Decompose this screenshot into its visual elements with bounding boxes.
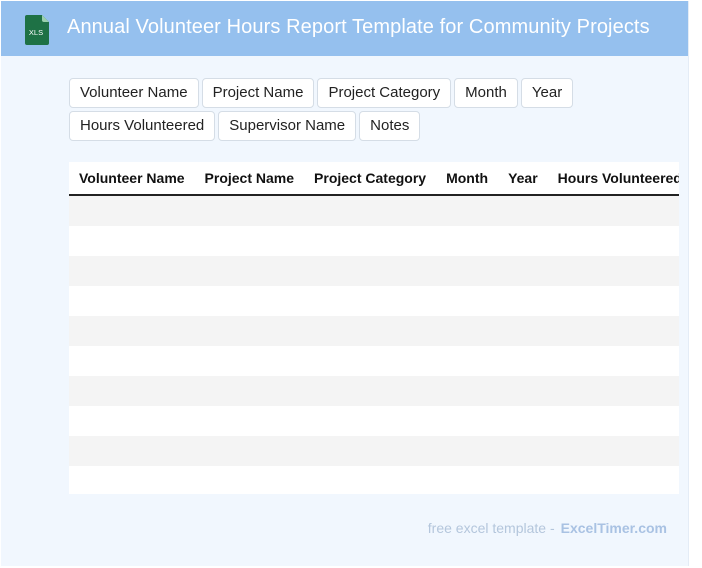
table-cell[interactable] bbox=[194, 436, 305, 466]
column-header: Month bbox=[436, 162, 499, 196]
field-chip[interactable]: Project Category bbox=[317, 78, 452, 108]
table-cell[interactable] bbox=[304, 346, 437, 376]
table-row bbox=[69, 406, 679, 436]
field-chip[interactable]: Hours Volunteered bbox=[69, 111, 216, 141]
page-frame: XLS Annual Volunteer Hours Report Templa… bbox=[1, 1, 689, 566]
table-cell[interactable] bbox=[194, 195, 305, 226]
table-cell[interactable] bbox=[194, 286, 305, 316]
table-cell[interactable] bbox=[547, 406, 679, 436]
table-cell[interactable] bbox=[498, 406, 548, 436]
table-cell[interactable] bbox=[547, 316, 679, 346]
table-cell[interactable] bbox=[69, 376, 195, 406]
table-cell[interactable] bbox=[498, 256, 548, 286]
table-row bbox=[69, 346, 679, 376]
field-chip-list: Volunteer Name Project Name Project Catego… bbox=[69, 78, 609, 141]
table-cell[interactable] bbox=[304, 376, 437, 406]
table-row bbox=[69, 436, 679, 466]
table-cell[interactable] bbox=[194, 346, 305, 376]
table-cell[interactable] bbox=[436, 436, 499, 466]
table-cell[interactable] bbox=[69, 286, 195, 316]
column-header: Hours Volunteered bbox=[547, 162, 679, 196]
table-cell[interactable] bbox=[436, 226, 499, 256]
table-cell[interactable] bbox=[194, 466, 305, 494]
table-cell[interactable] bbox=[304, 406, 437, 436]
field-chip[interactable]: Supervisor Name bbox=[218, 111, 357, 141]
table-cell[interactable] bbox=[304, 256, 437, 286]
field-chip[interactable]: Volunteer Name bbox=[69, 78, 199, 108]
table-row bbox=[69, 286, 679, 316]
column-header: Volunteer Name bbox=[69, 162, 195, 196]
table-cell[interactable] bbox=[194, 406, 305, 436]
table-cell[interactable] bbox=[436, 406, 499, 436]
data-table-container: Volunteer Name Project Name Project Catego… bbox=[69, 162, 679, 494]
table-cell[interactable] bbox=[547, 376, 679, 406]
table-cell[interactable] bbox=[436, 466, 499, 494]
table-cell[interactable] bbox=[498, 195, 548, 226]
table-cell[interactable] bbox=[304, 286, 437, 316]
table-cell[interactable] bbox=[194, 376, 305, 406]
table-cell[interactable] bbox=[304, 436, 437, 466]
field-chip[interactable]: Month bbox=[454, 78, 518, 108]
page-header: XLS Annual Volunteer Hours Report Templa… bbox=[1, 1, 688, 56]
table-cell[interactable] bbox=[436, 286, 499, 316]
table-cell[interactable] bbox=[498, 376, 548, 406]
table-cell[interactable] bbox=[498, 286, 548, 316]
table-cell[interactable] bbox=[547, 436, 679, 466]
table-cell[interactable] bbox=[436, 195, 499, 226]
table-row bbox=[69, 316, 679, 346]
column-header: Year bbox=[498, 162, 548, 196]
column-header: Project Category bbox=[304, 162, 437, 196]
table-cell[interactable] bbox=[547, 286, 679, 316]
table-cell[interactable] bbox=[69, 195, 195, 226]
table-cell[interactable] bbox=[547, 346, 679, 376]
table-cell[interactable] bbox=[69, 316, 195, 346]
table-cell[interactable] bbox=[547, 195, 679, 226]
table-cell[interactable] bbox=[69, 226, 195, 256]
table-cell[interactable] bbox=[498, 226, 548, 256]
table-cell[interactable] bbox=[436, 376, 499, 406]
page-title: Annual Volunteer Hours Report Template f… bbox=[67, 16, 650, 38]
table-cell[interactable] bbox=[547, 256, 679, 286]
table-cell[interactable] bbox=[304, 195, 437, 226]
table-row bbox=[69, 195, 679, 226]
table-cell[interactable] bbox=[436, 346, 499, 376]
table-body bbox=[69, 195, 679, 494]
table-cell[interactable] bbox=[194, 316, 305, 346]
table-cell[interactable] bbox=[194, 226, 305, 256]
table-cell[interactable] bbox=[194, 256, 305, 286]
table-row bbox=[69, 376, 679, 406]
table-cell[interactable] bbox=[304, 466, 437, 494]
table-header-row: Volunteer Name Project Name Project Catego… bbox=[69, 162, 679, 196]
field-chip[interactable]: Notes bbox=[359, 111, 421, 141]
footer-brand-link[interactable]: ExcelTimer.com bbox=[561, 520, 667, 536]
data-table: Volunteer Name Project Name Project Catego… bbox=[69, 162, 679, 494]
table-cell[interactable] bbox=[304, 316, 437, 346]
table-cell[interactable] bbox=[69, 256, 195, 286]
column-header: Project Name bbox=[194, 162, 305, 196]
table-cell[interactable] bbox=[436, 316, 499, 346]
field-chip[interactable]: Project Name bbox=[201, 78, 315, 108]
table-cell[interactable] bbox=[547, 226, 679, 256]
table-cell[interactable] bbox=[498, 436, 548, 466]
table-cell[interactable] bbox=[304, 226, 437, 256]
footer-prefix: free excel template - bbox=[427, 520, 555, 536]
table-cell[interactable] bbox=[69, 436, 195, 466]
table-cell[interactable] bbox=[69, 406, 195, 436]
table-cell[interactable] bbox=[547, 466, 679, 494]
field-chip[interactable]: Year bbox=[520, 78, 574, 108]
table-cell[interactable] bbox=[69, 466, 195, 494]
table-cell[interactable] bbox=[69, 346, 195, 376]
table-row bbox=[69, 226, 679, 256]
xls-icon-label: XLS bbox=[29, 28, 43, 37]
table-cell[interactable] bbox=[498, 346, 548, 376]
table-row bbox=[69, 256, 679, 286]
table-row bbox=[69, 466, 679, 494]
table-cell[interactable] bbox=[498, 466, 548, 494]
xls-file-icon: XLS bbox=[25, 15, 49, 45]
table-cell[interactable] bbox=[498, 316, 548, 346]
footer-credit: free excel template - ExcelTimer.com bbox=[428, 520, 667, 536]
table-cell[interactable] bbox=[436, 256, 499, 286]
